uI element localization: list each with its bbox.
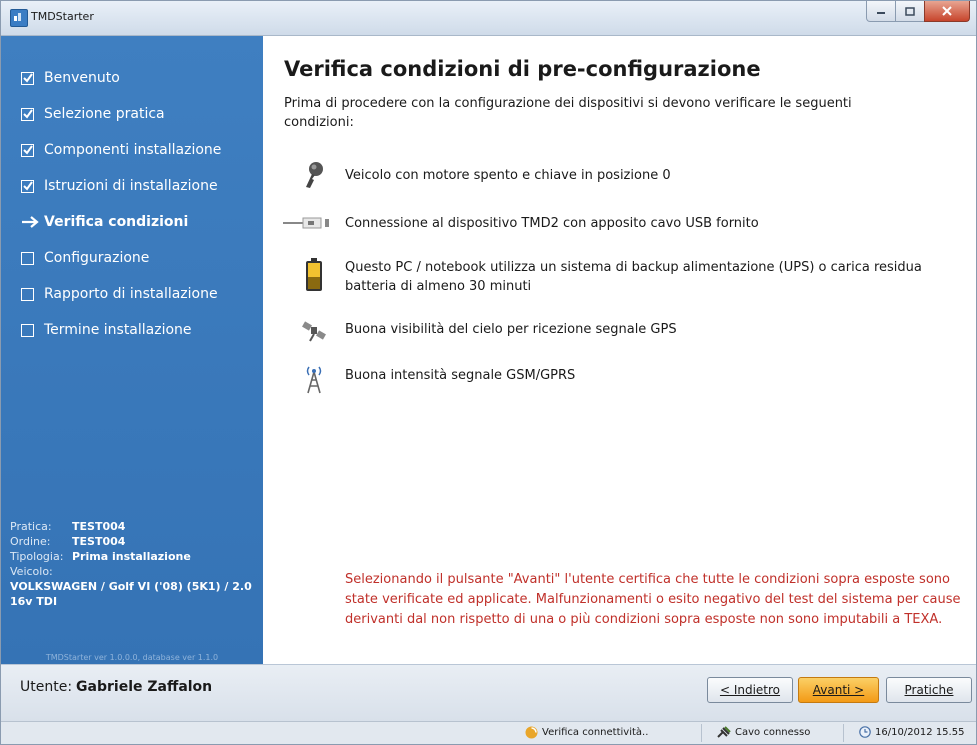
step-termine-installazione: Termine installazione [21,312,221,348]
step-label: Benvenuto [44,70,120,86]
datetime-status: 16/10/2012 15.55 [859,726,964,738]
condition-text: Veicolo con motore spento e chiave in po… [345,168,671,183]
window-controls [866,1,970,23]
connectivity-status: Verifica connettività.. [525,726,648,739]
minimize-button[interactable] [866,1,896,22]
checkbox-empty-icon [21,323,34,337]
usb-cable-icon [283,206,335,240]
user-name: Gabriele Zaffalon [76,679,213,695]
datetime-text: 16/10/2012 15.55 [875,726,965,738]
checkbox-checked-icon [21,143,34,157]
condition-item: Buona intensità segnale GSM/GPRS [263,362,976,402]
intro-text: Prima di procedere con la configurazione… [284,96,852,130]
pratiche-button[interactable]: Pratiche [886,677,972,703]
plug-icon [717,726,731,738]
ordine-label: Ordine: [10,535,51,548]
condition-text: Buona intensità segnale GSM/GPRS [345,368,576,383]
checkbox-checked-icon [21,107,34,121]
status-separator [701,724,702,742]
condition-item: Connessione al dispositivo TMD2 con appo… [263,206,976,246]
step-verifica-condizioni: Verifica condizioni [21,204,221,240]
app-window: TMDStarter Benvenuto Selezione pratica C… [0,0,977,745]
checkbox-empty-icon [21,251,34,265]
step-benvenuto: Benvenuto [21,60,221,96]
cable-text: Cavo connesso [735,726,811,738]
condition-item: Questo PC / notebook utilizza un sistema… [263,254,976,300]
status-separator [843,724,844,742]
step-label: Selezione pratica [44,106,165,122]
step-label: Rapporto di installazione [44,286,218,302]
connectivity-icon [525,726,538,739]
page-title: Verifica condizioni di pre-configurazion… [284,57,761,81]
close-button[interactable] [924,1,970,22]
checkbox-checked-icon [21,179,34,193]
condition-text: Questo PC / notebook utilizza un sistema… [345,260,922,294]
veicolo-label: Veicolo: [10,565,53,578]
step-rapporto-installazione: Rapporto di installazione [21,276,221,312]
minimize-icon [877,12,885,14]
maximize-icon [905,6,915,16]
maximize-button[interactable] [895,1,925,22]
user-label: Utente: [20,679,73,695]
step-label: Verifica condizioni [44,214,189,230]
tipologia-label: Tipologia: [10,550,64,563]
arrow-right-icon [21,216,39,228]
condition-item: Buona visibilità del cielo per ricezione… [263,314,976,354]
tipologia-value: Prima installazione [72,550,191,563]
step-label: Componenti installazione [44,142,222,158]
step-label: Istruzioni di installazione [44,178,218,194]
next-button[interactable]: Avanti > [798,677,879,703]
close-icon [942,6,952,16]
footer-bar: Utente: Gabriele Zaffalon < Indietro Avan… [1,664,976,722]
satellite-icon [299,314,329,348]
checkbox-checked-icon [21,71,34,85]
app-icon [10,9,28,27]
veicolo-value: VOLKSWAGEN / Golf VI ('08) (5K1) / 2.0 1… [10,580,252,608]
step-configurazione: Configurazione [21,240,221,276]
battery-icon [299,258,329,292]
step-componenti-installazione: Componenti installazione [21,132,221,168]
step-selezione-pratica: Selezione pratica [21,96,221,132]
status-bar: Verifica connettività.. Cavo connesso 16… [1,721,976,744]
key-icon [299,158,329,192]
cable-status: Cavo connesso [717,726,810,738]
condition-item: Veicolo con motore spento e chiave in po… [263,158,976,198]
step-label: Termine installazione [44,322,192,338]
antenna-icon [299,362,329,396]
pratica-label: Pratica: [10,520,52,533]
job-info: Pratica: TEST004 Ordine: TEST004 Tipologia… [10,519,255,609]
window-title: TMDStarter [31,10,94,23]
version-text: TMDStarter ver 1.0.0.0, database ver 1.1… [45,653,219,662]
condition-text: Buona visibilità del cielo per ricezione… [345,322,677,337]
condition-text: Connessione al dispositivo TMD2 con appo… [345,216,759,231]
step-label: Configurazione [44,250,150,266]
step-istruzioni-installazione: Istruzioni di installazione [21,168,221,204]
pratica-value: TEST004 [72,520,126,533]
connectivity-text: Verifica connettività.. [542,727,649,738]
main-panel: Verifica condizioni di pre-configurazion… [263,36,976,664]
clock-icon [859,726,871,738]
warning-text: Selezionando il pulsante "Avanti" l'uten… [345,572,961,627]
title-bar: TMDStarter [1,1,976,36]
user-info: Utente: Gabriele Zaffalon [20,679,212,695]
back-button[interactable]: < Indietro [707,677,793,703]
ordine-value: TEST004 [72,535,126,548]
checkbox-empty-icon [21,287,34,301]
wizard-sidebar: Benvenuto Selezione pratica Componenti i… [1,36,263,664]
step-list: Benvenuto Selezione pratica Componenti i… [21,60,221,348]
